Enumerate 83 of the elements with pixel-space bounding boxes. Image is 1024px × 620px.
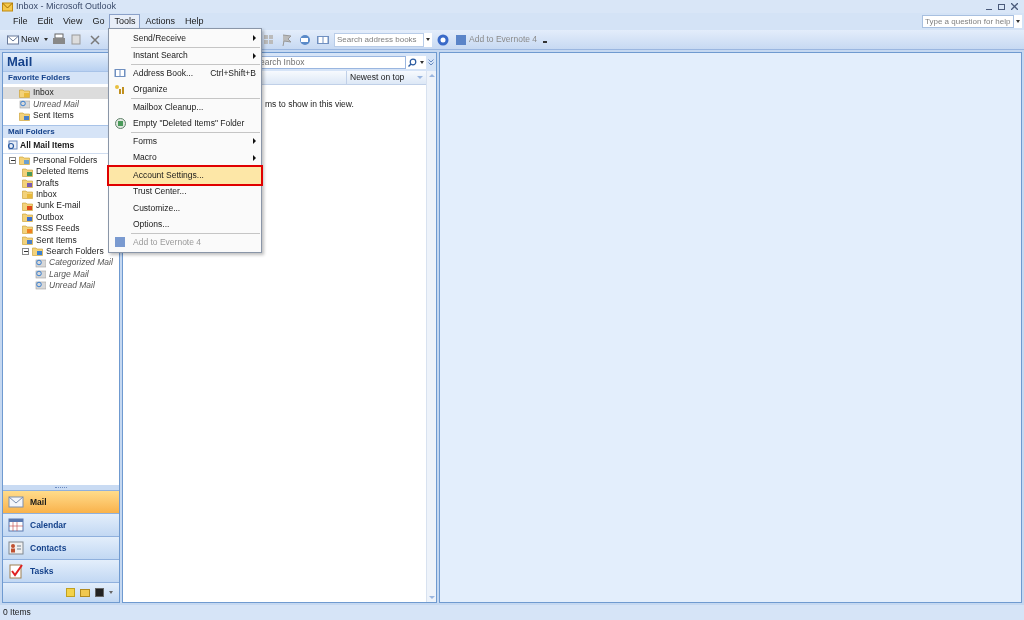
folder-icon[interactable] (80, 588, 90, 597)
folder-item[interactable]: Unread Mail (49, 279, 95, 292)
folder-icon (22, 177, 33, 188)
search-icon (7, 139, 18, 151)
submenu-arrow-icon (253, 138, 256, 145)
help-search-field[interactable]: Type a question for help (922, 15, 1014, 28)
navigation-button[interactable]: Tasks (3, 559, 119, 582)
restore-button[interactable] (998, 3, 1005, 10)
book-icon (114, 68, 126, 79)
folder-icon (22, 223, 33, 234)
collapse-toggle[interactable] (9, 156, 16, 164)
dropdown-arrow-icon[interactable] (1016, 20, 1020, 23)
flag-icon[interactable] (280, 32, 294, 47)
envelope-icon (8, 495, 24, 509)
search-folder-icon (35, 280, 46, 291)
folder-icon (22, 234, 33, 245)
folder-icon (19, 87, 30, 98)
menu-item[interactable]: Actions (140, 14, 180, 29)
collapse-toggle[interactable] (22, 247, 29, 255)
folder-icon (22, 166, 33, 177)
menu-item[interactable]: Account Settings... (109, 167, 261, 184)
menu-item[interactable]: Trust Center... (109, 183, 261, 200)
envelope-icon (2, 1, 13, 12)
navigation-button[interactable]: Calendar (3, 513, 119, 536)
delete-icon[interactable] (88, 32, 102, 47)
folder-item[interactable]: Large Mail (49, 267, 89, 281)
folder-label: Inbox (33, 86, 54, 100)
empty-message: ms to show in this view. (265, 99, 354, 109)
help-icon[interactable] (436, 32, 450, 47)
evernote-icon (115, 237, 125, 248)
menu-item[interactable]: Help (179, 14, 209, 29)
sort-arrow-icon (417, 76, 423, 79)
search-folder-icon (35, 269, 46, 280)
menu-item[interactable]: Send/Receive (109, 30, 261, 47)
close-icon[interactable] (1011, 3, 1018, 10)
shortcut-text: Ctrl+Shift+B (210, 66, 256, 80)
folder-item[interactable]: Junk E-mail (36, 199, 81, 213)
evernote-icon (456, 34, 466, 45)
folder-item[interactable]: Personal Folders (33, 153, 98, 167)
menu-item[interactable]: View (58, 14, 88, 29)
folder-icon (22, 200, 33, 211)
menu-item[interactable]: File (8, 14, 33, 29)
navigation-button[interactable]: Contacts (3, 536, 119, 559)
window-title: Inbox - Microsoft Outlook (16, 0, 117, 13)
search-icon[interactable] (408, 57, 417, 67)
folder-icon (19, 110, 30, 121)
search-folder-icon (19, 99, 30, 110)
minimize-button[interactable] (986, 8, 992, 10)
submenu-arrow-icon (253, 154, 256, 161)
folder-item[interactable]: RSS Feeds (36, 222, 80, 235)
folder-label: Unread Mail (33, 97, 79, 111)
envelope-icon (7, 34, 19, 45)
navigation-button[interactable]: Mail (3, 490, 119, 513)
address-search-field[interactable]: Search address books (334, 32, 424, 47)
folder-icon (22, 212, 33, 223)
status-text: 0 Items (3, 606, 31, 619)
folder-label: Sent Items (33, 109, 74, 123)
organize-icon (114, 84, 126, 96)
folder-icon (22, 189, 33, 200)
folder-item[interactable]: Drafts (36, 176, 59, 190)
folder-item[interactable]: Search Folders (46, 244, 104, 258)
dropdown-arrow-icon[interactable] (44, 38, 48, 41)
folder-icon (32, 246, 43, 257)
menu-item[interactable]: Customize... (109, 200, 261, 217)
search-folder-icon (35, 257, 46, 268)
folder-item[interactable]: Deleted Items (36, 165, 89, 178)
contact-card-icon (8, 541, 24, 555)
dropdown-arrow-icon[interactable] (420, 60, 424, 64)
submenu-arrow-icon (253, 52, 256, 59)
menu-item[interactable]: Go (87, 14, 110, 29)
folder-icon (19, 155, 30, 166)
clipboard-check-icon (8, 563, 24, 579)
folder-item[interactable]: Sent Items (36, 233, 77, 247)
menu-item[interactable]: Edit (32, 14, 59, 29)
new-button[interactable]: New (6, 32, 40, 47)
dropdown-arrow-icon[interactable] (426, 38, 430, 41)
menu-item[interactable]: Options... (109, 216, 261, 233)
calendar-icon (8, 518, 24, 532)
folder-item[interactable]: Inbox (36, 188, 57, 201)
submenu-arrow-icon (253, 35, 256, 42)
folder-item[interactable]: Outbox (36, 210, 64, 224)
folder-item[interactable]: Categorized Mail (49, 256, 113, 270)
scrollbar[interactable] (426, 71, 436, 602)
